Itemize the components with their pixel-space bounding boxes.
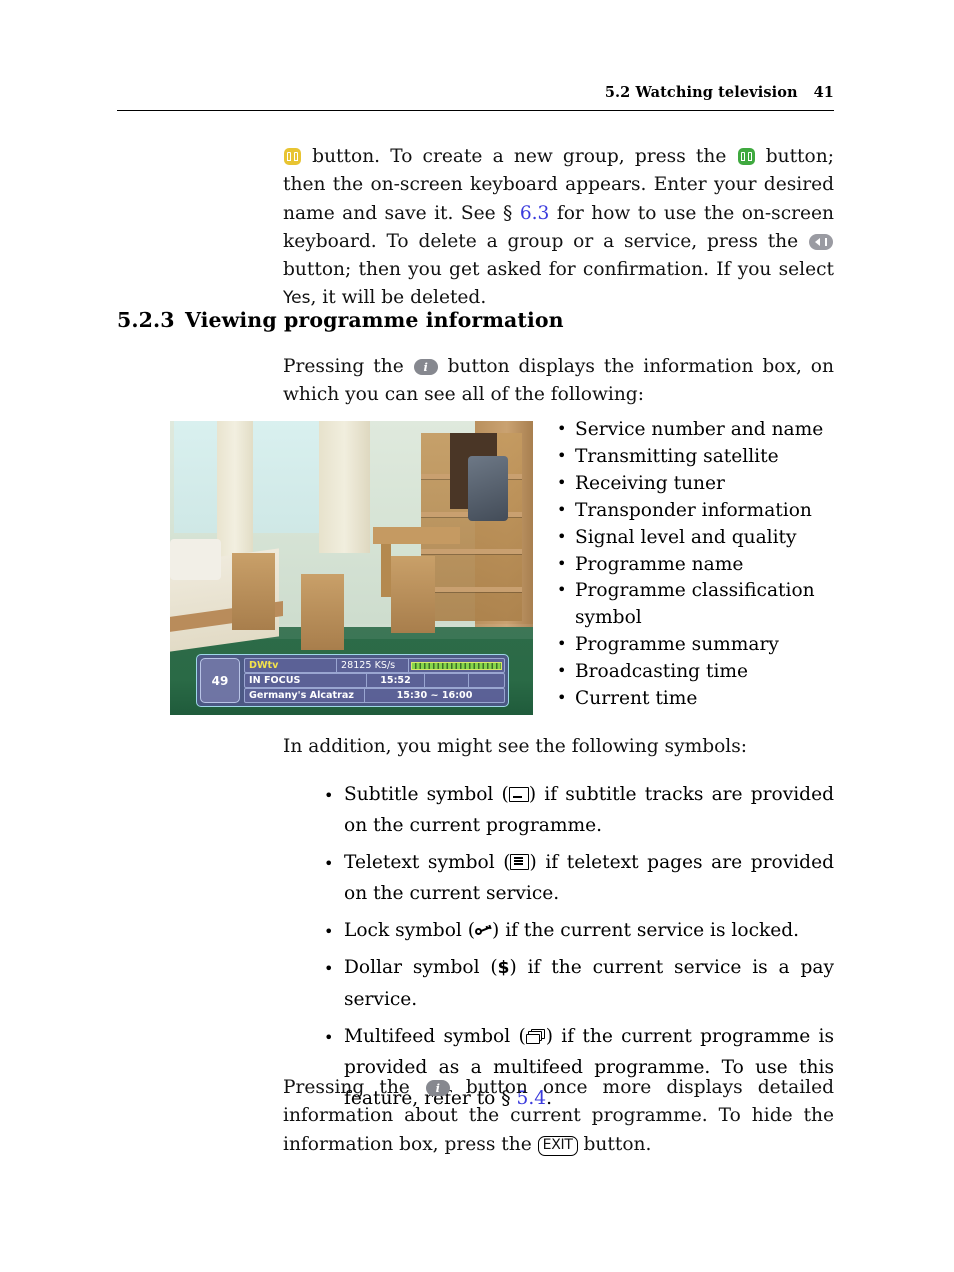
info-button-icon: i <box>413 359 438 375</box>
tv-screenshot-figure: 49 DWtv 28125 KS/s IN FOCUS 15:52 German… <box>170 421 533 715</box>
info-button-icon: i <box>425 1080 450 1096</box>
osd-information-box: 49 DWtv 28125 KS/s IN FOCUS 15:52 German… <box>196 654 509 707</box>
intro-text-a: Pressing the <box>283 356 404 377</box>
osd-symbol-rate: 28125 KS/s <box>336 659 408 672</box>
osd-channel-number: 49 <box>200 658 240 703</box>
list-item: Transmitting satellite <box>551 443 851 471</box>
header-rule <box>117 110 834 112</box>
tv-desk <box>373 526 461 545</box>
paragraph-group-management: button. To create a new group, press the… <box>283 143 834 313</box>
subtitle-lead-text: Subtitle symbol ( <box>344 784 509 805</box>
list-item-teletext-symbol: Teletext symbol () if teletext pages are… <box>316 847 834 909</box>
closing-text-a: Pressing the <box>283 1077 410 1098</box>
tv-hanging-clothes <box>467 456 508 521</box>
section-number: 5.2.3 <box>117 308 175 332</box>
closing-text-c: button. <box>583 1133 652 1155</box>
paragraph-info-intro: Pressing the i button displays the infor… <box>283 353 834 410</box>
header-text: 5.2 Watching television 41 <box>605 84 834 101</box>
yellow-group-button-icon <box>284 148 301 165</box>
tv-chair <box>391 556 435 633</box>
dollar-icon: $ <box>497 958 510 978</box>
page-header: 5.2 Watching television 41 <box>117 84 834 114</box>
paragraph-closing: Pressing the i button once more displays… <box>283 1074 834 1159</box>
list-item: Receiving tuner <box>551 470 851 498</box>
list-item: Current time <box>551 685 851 713</box>
confirm-option-yes: Yes <box>283 288 311 309</box>
paragraph-text-e: , it will be deleted. <box>310 287 487 309</box>
lock-tail-text: ) if the current service is locked. <box>492 920 800 941</box>
header-section-title: 5.2 Watching television <box>604 84 798 101</box>
list-item: Transponder information <box>551 497 851 525</box>
list-item: Service number and name <box>551 416 851 444</box>
subtitle-icon <box>508 787 529 802</box>
list-item-subtitle-symbol: Subtitle symbol () if subtitle tracks ar… <box>316 779 834 841</box>
exit-key-icon: EXIT <box>537 1135 578 1156</box>
osd-row-programme: IN FOCUS 15:52 <box>244 673 505 688</box>
tv-desk-leg <box>380 544 392 598</box>
list-item-lock-symbol: Lock symbol ( ) if the current service is… <box>316 915 834 947</box>
osd-broadcast-time: 15:30 ~ 16:00 <box>364 689 504 702</box>
skip-button-icon <box>809 233 833 250</box>
osd-symbol-slot-a <box>424 674 468 687</box>
paragraph-text-d: button; then you get asked for confirmat… <box>283 259 834 281</box>
signal-bar-icon <box>411 661 502 670</box>
list-item: Broadcasting time <box>551 658 851 686</box>
list-item: Programme summary <box>551 631 851 659</box>
symbol-list: Subtitle symbol () if subtitle tracks ar… <box>316 779 834 1120</box>
osd-programme-summary: Germany's Alcatraz <box>249 689 354 701</box>
dollar-lead-text: Dollar symbol ( <box>344 957 498 978</box>
header-page-number: 41 <box>813 84 834 101</box>
multifeed-lead-text: Multifeed symbol ( <box>344 1026 526 1047</box>
teletext-icon <box>510 854 530 870</box>
osd-programme-name: IN FOCUS <box>249 674 301 686</box>
lock-lead-text: Lock symbol ( <box>344 920 476 941</box>
cross-reference-6-3[interactable]: 6.3 <box>520 203 550 224</box>
osd-signal-meter <box>408 659 504 672</box>
list-item: Programme name <box>551 551 851 579</box>
osd-service-name: DWtv <box>249 659 279 671</box>
osd-row-summary: Germany's Alcatraz 15:30 ~ 16:00 <box>244 688 505 703</box>
section-title: Viewing programme information <box>185 308 564 332</box>
tv-pillow <box>170 538 221 580</box>
list-item: Signal level and quality <box>551 524 851 552</box>
document-page: 5.2 Watching television 41 button. To cre… <box>0 0 954 1272</box>
osd-row-service: DWtv 28125 KS/s <box>244 658 505 673</box>
list-item: Programme classification symbol <box>551 577 851 632</box>
tv-chair <box>300 573 345 651</box>
list-item-dollar-symbol: Dollar symbol ($) if the current service… <box>316 952 834 1015</box>
osd-rows: DWtv 28125 KS/s IN FOCUS 15:52 Germany's… <box>244 658 505 703</box>
paragraph-text-a: button. To create a new group, press the <box>312 146 727 167</box>
section-heading: 5.2.3 Viewing programme information <box>117 308 834 332</box>
osd-current-time: 15:52 <box>366 674 424 687</box>
multifeed-icon <box>525 1029 546 1044</box>
teletext-lead-text: Teletext symbol ( <box>344 852 511 873</box>
tv-curtain-right <box>318 421 370 554</box>
paragraph-symbols-intro: In addition, you might see the following… <box>283 736 748 757</box>
green-group-button-icon <box>737 148 755 165</box>
lock-icon <box>475 924 492 938</box>
tv-curtain-left <box>217 421 254 560</box>
osd-symbol-slot-b <box>468 674 504 687</box>
info-box-feature-list: Service number and name Transmitting sat… <box>551 416 851 713</box>
tv-chair <box>231 553 276 630</box>
